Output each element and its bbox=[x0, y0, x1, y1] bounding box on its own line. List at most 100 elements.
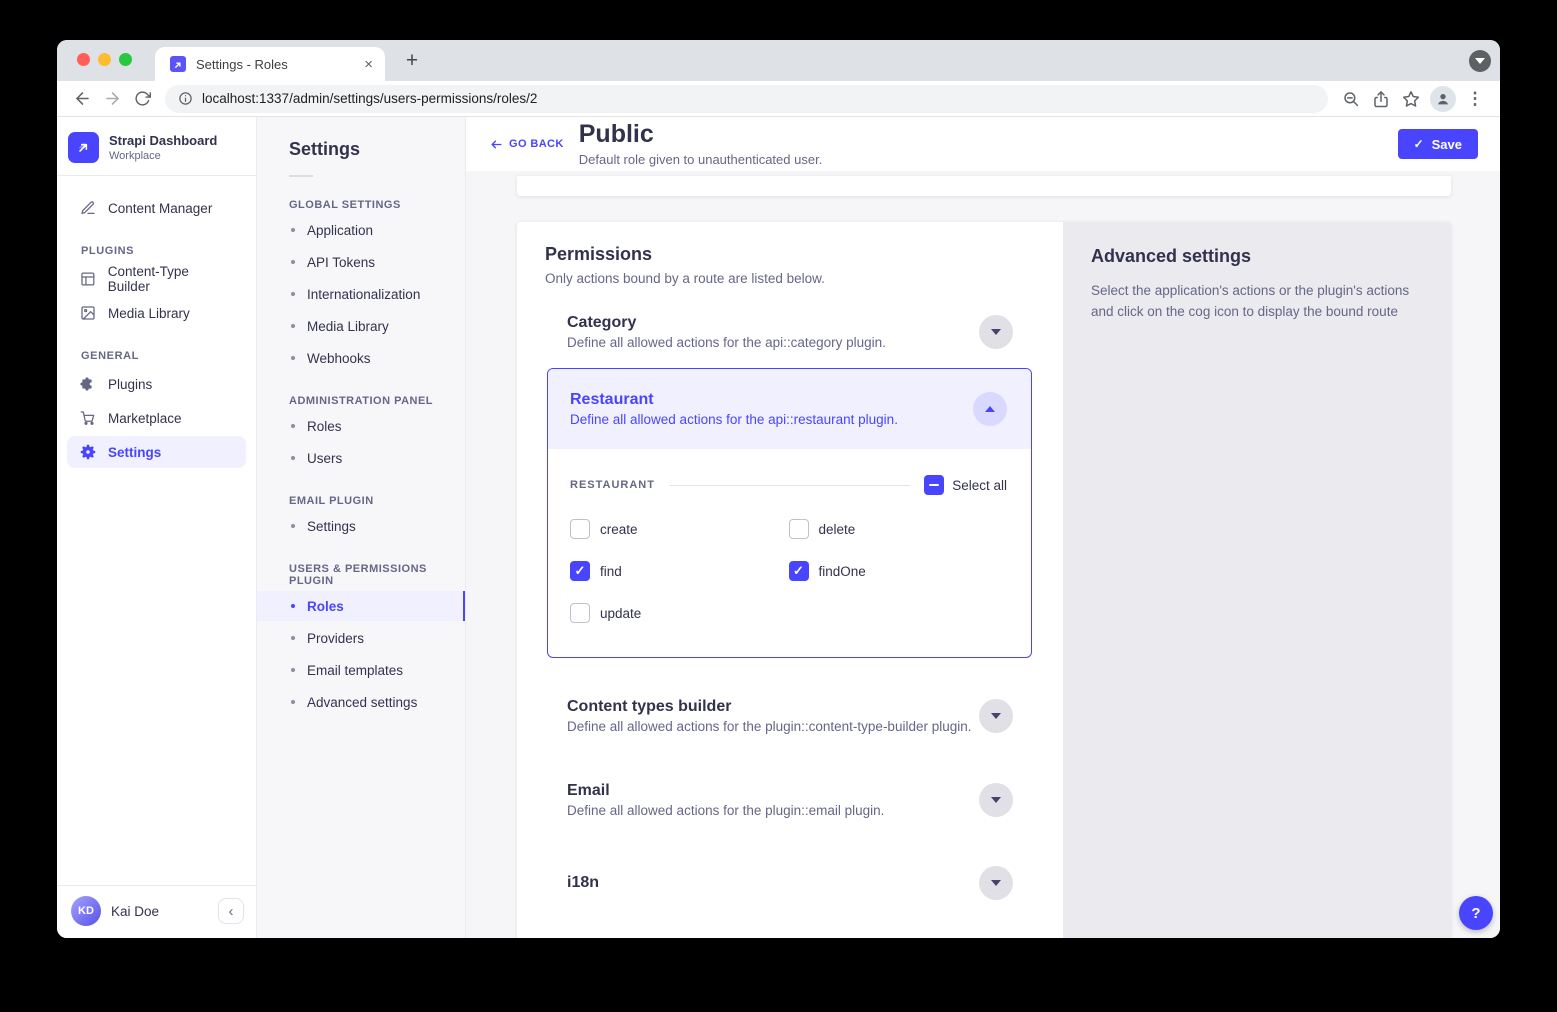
url-text[interactable]: localhost:1337/admin/settings/users-perm… bbox=[202, 91, 537, 106]
minimize-window-button[interactable] bbox=[98, 53, 111, 66]
back-button[interactable] bbox=[67, 84, 97, 114]
permission-delete[interactable]: delete bbox=[789, 519, 1008, 539]
accordion-content-types-builder[interactable]: Content types builder Define all allowed… bbox=[545, 698, 1039, 734]
zoom-out-icon[interactable] bbox=[1336, 84, 1366, 114]
accordion-i18n[interactable]: i18n bbox=[545, 866, 1039, 900]
expand-i18n-button[interactable] bbox=[979, 866, 1013, 900]
subnav-item-email-templates[interactable]: Email templates bbox=[257, 655, 465, 685]
subnav-item-providers[interactable]: Providers bbox=[257, 623, 465, 653]
sidebar-section-plugins: PLUGINS bbox=[81, 245, 256, 257]
checkbox[interactable] bbox=[789, 561, 809, 581]
subnav-item-admin-users[interactable]: Users bbox=[257, 443, 465, 473]
permission-update[interactable]: update bbox=[570, 603, 789, 623]
page-title: Public bbox=[579, 121, 823, 147]
permission-find[interactable]: find bbox=[570, 561, 789, 581]
reload-button[interactable] bbox=[127, 84, 157, 114]
sidebar-item-content-type-builder[interactable]: Content-Type Builder bbox=[67, 263, 246, 295]
new-tab-button[interactable]: + bbox=[399, 48, 425, 74]
checkbox[interactable] bbox=[789, 519, 809, 539]
subnav-item-advanced-settings[interactable]: Advanced settings bbox=[257, 687, 465, 717]
sidebar-item-settings[interactable]: Settings bbox=[67, 436, 246, 468]
permissions-panel: Permissions Only actions bound by a rout… bbox=[517, 222, 1063, 938]
sidebar-item-plugins[interactable]: Plugins bbox=[67, 368, 246, 400]
maximize-window-button[interactable] bbox=[119, 53, 132, 66]
subnav-section-email-plugin: EMAIL PLUGIN bbox=[289, 495, 465, 507]
sidebar-item-label: Settings bbox=[108, 445, 161, 460]
help-button[interactable]: ? bbox=[1459, 896, 1493, 930]
subnav-item-email-settings[interactable]: Settings bbox=[257, 511, 465, 541]
browser-tab[interactable]: Settings - Roles × bbox=[155, 47, 385, 81]
select-all-control[interactable]: Select all bbox=[924, 475, 1007, 495]
accordion-description: Define all allowed actions for the api::… bbox=[567, 335, 886, 350]
subnav-item-media-library[interactable]: Media Library bbox=[257, 311, 465, 341]
accordion-email[interactable]: Email Define all allowed actions for the… bbox=[545, 782, 1039, 818]
user-avatar[interactable]: KD bbox=[71, 896, 101, 926]
select-all-checkbox[interactable] bbox=[924, 475, 944, 495]
checkbox[interactable] bbox=[570, 561, 590, 581]
browser-profile-avatar[interactable] bbox=[1430, 86, 1456, 112]
permission-create[interactable]: create bbox=[570, 519, 789, 539]
sidebar-item-content-manager[interactable]: Content Manager bbox=[67, 192, 246, 224]
accordion-title: i18n bbox=[567, 874, 599, 892]
checkbox-label: find bbox=[600, 564, 622, 579]
checkbox[interactable] bbox=[570, 603, 590, 623]
role-details-card-bottom bbox=[517, 176, 1451, 196]
checkbox-label: delete bbox=[819, 522, 856, 537]
pen-icon bbox=[80, 200, 96, 216]
subnav-item-label: Internationalization bbox=[307, 287, 420, 302]
brand[interactable]: Strapi Dashboard Workplace bbox=[57, 117, 256, 175]
accordion-description: Define all allowed actions for the plugi… bbox=[567, 719, 972, 734]
caret-down-icon bbox=[991, 880, 1001, 886]
site-info-icon[interactable] bbox=[178, 91, 193, 106]
go-back-label: GO BACK bbox=[509, 138, 564, 150]
share-button[interactable] bbox=[1366, 84, 1396, 114]
tab-title: Settings - Roles bbox=[196, 57, 364, 72]
subnav-item-application[interactable]: Application bbox=[257, 215, 465, 245]
subnav-item-label: API Tokens bbox=[307, 255, 375, 270]
forward-button[interactable] bbox=[97, 84, 127, 114]
group-label: RESTAURANT bbox=[570, 479, 655, 491]
sidebar-item-marketplace[interactable]: Marketplace bbox=[67, 402, 246, 434]
sidebar-item-media-library[interactable]: Media Library bbox=[67, 297, 246, 329]
save-button[interactable]: ✓ Save bbox=[1398, 129, 1478, 159]
caret-down-icon bbox=[991, 797, 1001, 803]
advanced-settings-panel: Advanced settings Select the application… bbox=[1063, 222, 1451, 938]
expand-email-button[interactable] bbox=[979, 783, 1013, 817]
caret-down-icon bbox=[991, 713, 1001, 719]
sidebar-section-general: GENERAL bbox=[81, 350, 256, 362]
subnav-item-up-roles[interactable]: Roles bbox=[257, 591, 465, 621]
bookmark-star-button[interactable] bbox=[1396, 84, 1426, 114]
accordion-title: Email bbox=[567, 782, 884, 800]
close-window-button[interactable] bbox=[77, 53, 90, 66]
collapse-sidebar-button[interactable]: ‹ bbox=[218, 898, 244, 924]
accordion-category[interactable]: Category Define all allowed actions for … bbox=[545, 314, 1039, 350]
sidebar-item-label: Media Library bbox=[108, 306, 190, 321]
subnav-item-internationalization[interactable]: Internationalization bbox=[257, 279, 465, 309]
go-back-link[interactable]: GO BACK bbox=[490, 138, 564, 151]
subnav-item-webhooks[interactable]: Webhooks bbox=[257, 343, 465, 373]
subnav-section-global-settings: GLOBAL SETTINGS bbox=[289, 199, 465, 211]
sidebar-nav: Content Manager PLUGINS Content-Type Bui… bbox=[57, 176, 256, 885]
subnav-item-api-tokens[interactable]: API Tokens bbox=[257, 247, 465, 277]
expand-ctb-button[interactable] bbox=[979, 699, 1013, 733]
caret-down-icon bbox=[991, 329, 1001, 335]
tab-strip: Settings - Roles × + bbox=[57, 40, 1500, 81]
close-tab-icon[interactable]: × bbox=[364, 57, 373, 72]
expand-category-button[interactable] bbox=[979, 315, 1013, 349]
url-bar[interactable]: localhost:1337/admin/settings/users-perm… bbox=[165, 85, 1328, 113]
subnav-item-label: Webhooks bbox=[307, 351, 371, 366]
permission-findOne[interactable]: findOne bbox=[789, 561, 1008, 581]
restaurant-header[interactable]: Restaurant Define all allowed actions fo… bbox=[548, 369, 1031, 449]
tab-search-button[interactable] bbox=[1469, 50, 1491, 72]
collapse-restaurant-button[interactable] bbox=[973, 392, 1007, 426]
browser-menu-button[interactable]: ⋮ bbox=[1460, 84, 1490, 114]
browser-window: Settings - Roles × + localhost:1337/admi… bbox=[57, 40, 1500, 938]
permissions-subtitle: Only actions bound by a route are listed… bbox=[545, 271, 1039, 286]
restaurant-body: RESTAURANT Select all bbox=[548, 449, 1031, 657]
checkbox[interactable] bbox=[570, 519, 590, 539]
checkbox-label: create bbox=[600, 522, 638, 537]
sidebar-item-label: Marketplace bbox=[108, 411, 182, 426]
subnav-item-label: Settings bbox=[307, 519, 356, 534]
brand-title: Strapi Dashboard bbox=[109, 133, 217, 149]
subnav-item-admin-roles[interactable]: Roles bbox=[257, 411, 465, 441]
